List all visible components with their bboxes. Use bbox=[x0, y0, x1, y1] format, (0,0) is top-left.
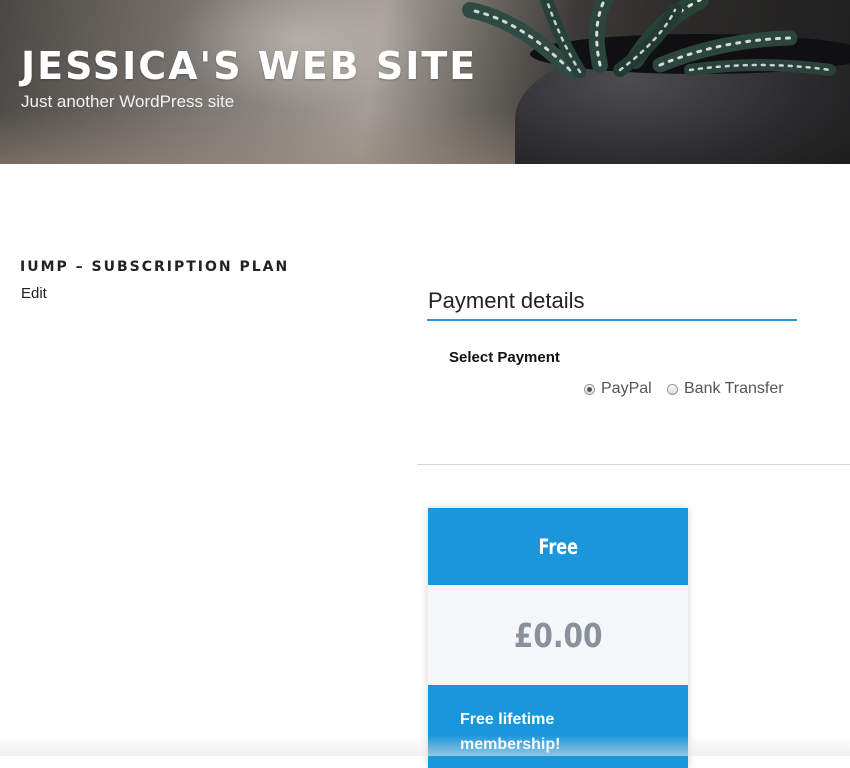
site-header: JESSICA'S WEB SITE Just another WordPres… bbox=[0, 0, 850, 164]
page-title: IUMP – SUBSCRIPTION PLAN bbox=[20, 259, 290, 275]
plan-card-free[interactable]: Free £0.00 Free lifetime membership! bbox=[428, 508, 688, 768]
payment-option-bank-transfer[interactable]: Bank Transfer bbox=[667, 380, 784, 398]
plan-price-area: £0.00 bbox=[428, 585, 688, 685]
bottom-fade bbox=[0, 735, 850, 756]
succulent-plant-image bbox=[462, 0, 836, 79]
section-divider bbox=[417, 464, 850, 465]
plan-name: Free bbox=[538, 534, 578, 559]
payment-option-paypal[interactable]: PayPal bbox=[584, 380, 652, 398]
plan-price: £0.00 bbox=[513, 615, 603, 655]
site-title[interactable]: JESSICA'S WEB SITE bbox=[21, 44, 477, 88]
payment-heading-underline bbox=[427, 319, 797, 321]
bank-transfer-radio[interactable] bbox=[667, 383, 678, 395]
plan-name-bar: Free bbox=[428, 508, 688, 585]
bank-transfer-label[interactable]: Bank Transfer bbox=[684, 380, 784, 398]
select-payment-label: Select Payment bbox=[449, 349, 560, 366]
site-tagline: Just another WordPress site bbox=[21, 92, 235, 111]
payment-details-heading: Payment details bbox=[428, 288, 585, 313]
paypal-label[interactable]: PayPal bbox=[601, 380, 652, 398]
paypal-radio[interactable] bbox=[584, 383, 595, 395]
header-background-table bbox=[0, 110, 520, 164]
edit-link[interactable]: Edit bbox=[21, 285, 47, 302]
